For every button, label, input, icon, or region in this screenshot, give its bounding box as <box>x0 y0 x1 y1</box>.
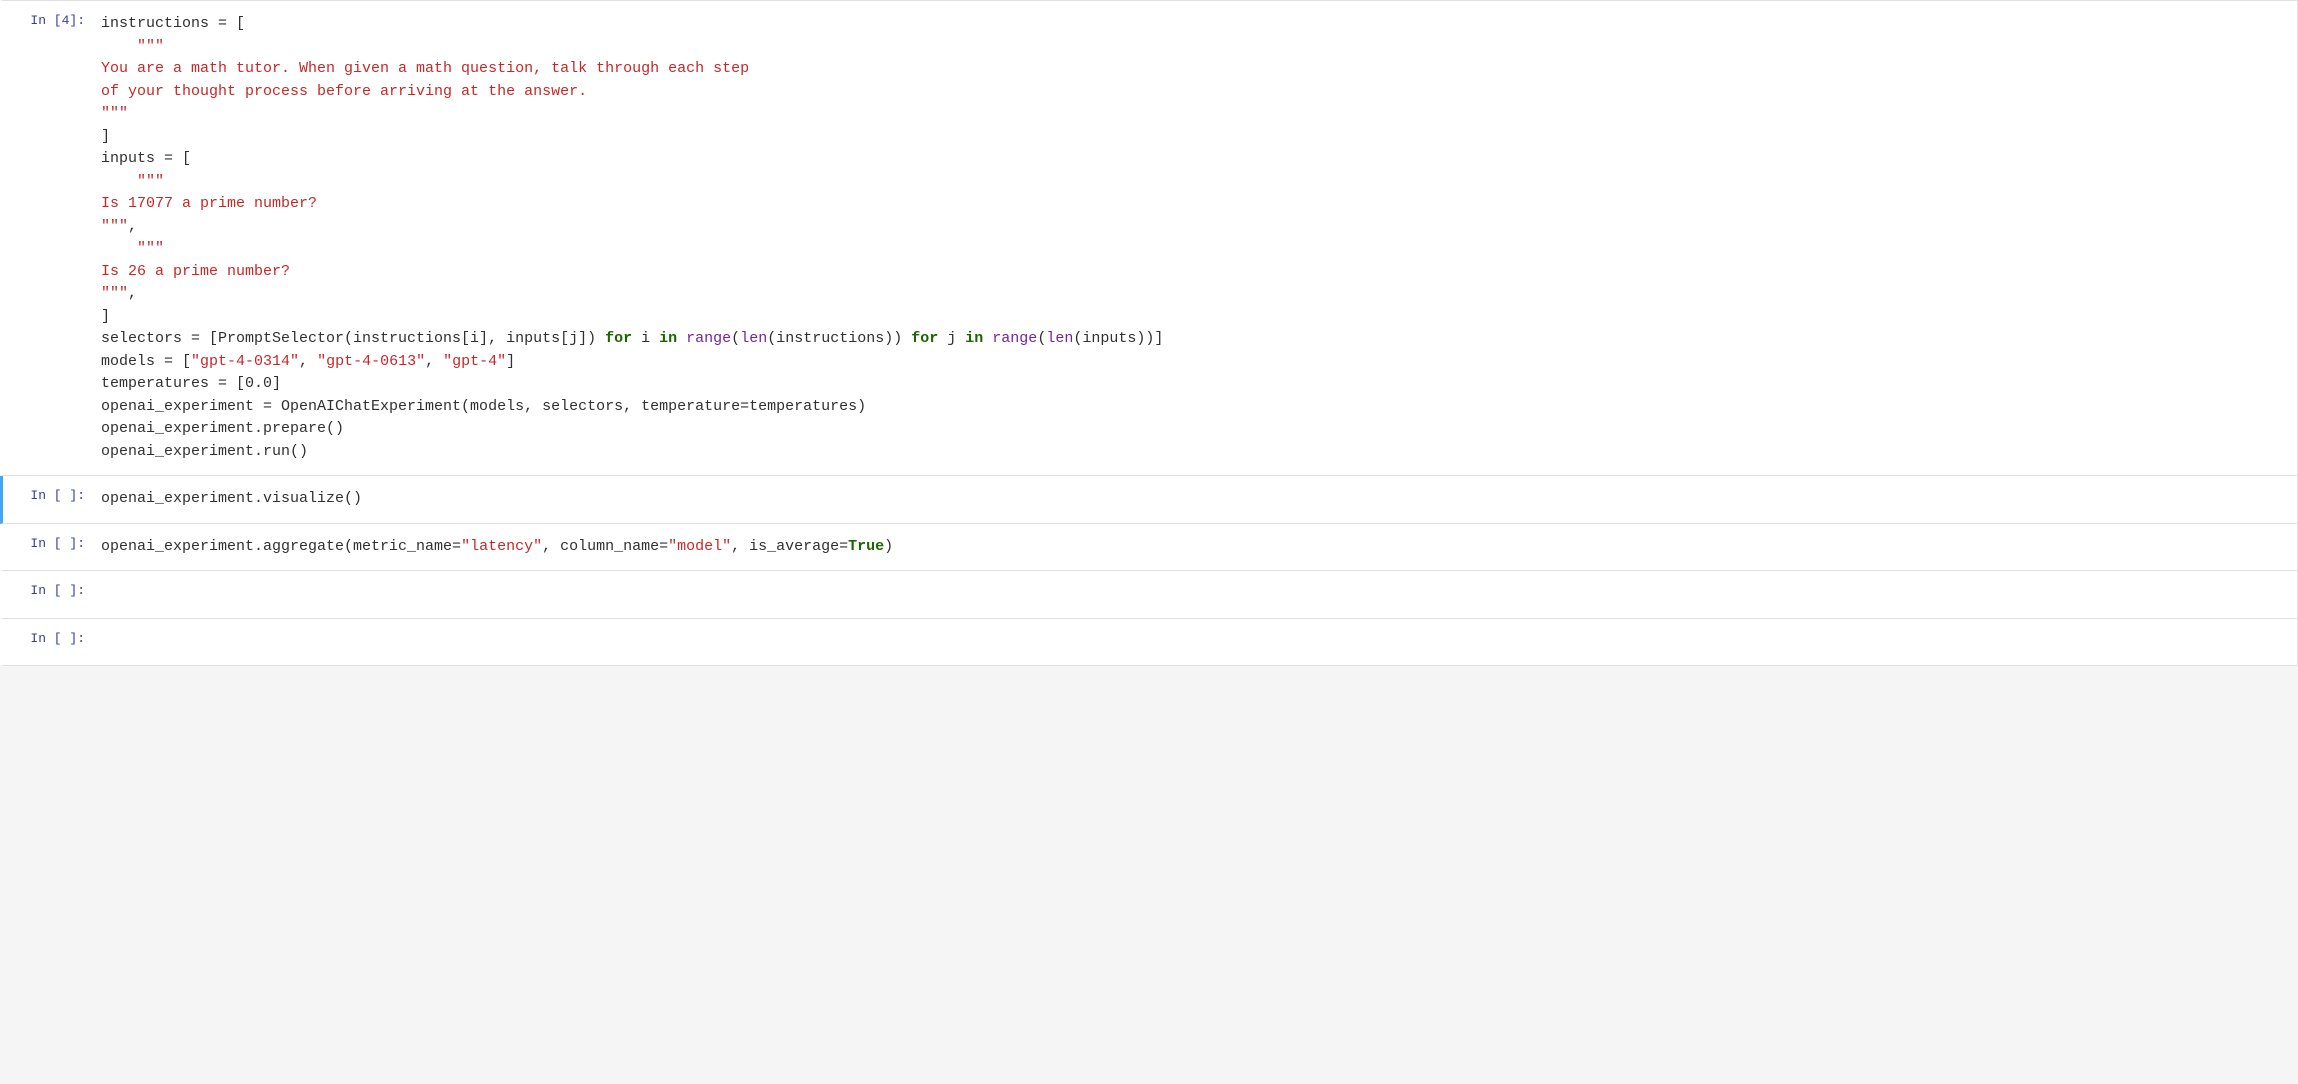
cell-4-prompt: In [4]: <box>3 1 93 475</box>
cell-empty-1[interactable]: In [ ]: <box>0 571 2298 619</box>
cell-aggregate[interactable]: In [ ]: openai_experiment.aggregate(metr… <box>0 524 2298 572</box>
cell-aggregate-content[interactable]: openai_experiment.aggregate(metric_name=… <box>93 524 2297 571</box>
cell-visualize[interactable]: In [ ]: openai_experiment.visualize() <box>0 476 2298 524</box>
cell-visualize-content[interactable]: openai_experiment.visualize() <box>93 476 2297 523</box>
cell-empty-2-content[interactable] <box>93 619 2297 666</box>
notebook: In [4]: instructions = [ """ You are a m… <box>0 0 2298 666</box>
cell-4-content[interactable]: instructions = [ """ You are a math tuto… <box>93 1 2297 475</box>
cell-empty-2-prompt: In [ ]: <box>3 619 93 666</box>
cell-4[interactable]: In [4]: instructions = [ """ You are a m… <box>0 0 2298 476</box>
cell-empty-2[interactable]: In [ ]: <box>0 619 2298 667</box>
cell-aggregate-prompt: In [ ]: <box>3 524 93 571</box>
cell-empty-1-content[interactable] <box>93 571 2297 618</box>
cell-empty-1-prompt: In [ ]: <box>3 571 93 618</box>
cell-visualize-prompt: In [ ]: <box>3 476 93 523</box>
